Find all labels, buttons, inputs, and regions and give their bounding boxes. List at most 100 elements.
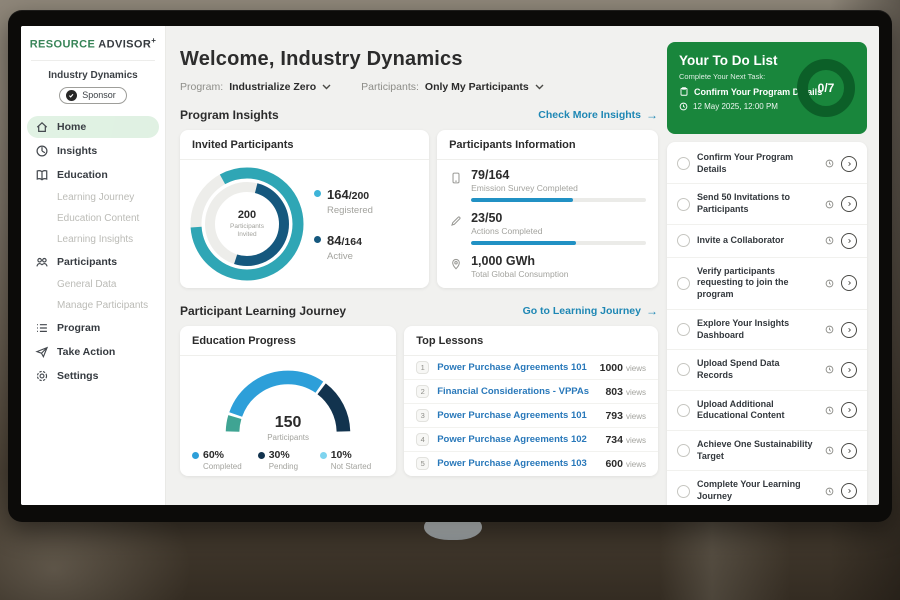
lesson-row[interactable]: 4 Power Purchase Agreements 102 734views (404, 428, 658, 452)
sidebar-item-learning-journey[interactable]: Learning Journey (27, 188, 159, 207)
program-filter[interactable]: Program: Industrialize Zero (180, 81, 331, 93)
task-go-button[interactable] (841, 402, 857, 418)
top-lessons-card: Top Lessons 1 Power Purchase Agreements … (404, 326, 658, 476)
sidebar-item-insights[interactable]: Insights (27, 140, 159, 162)
lesson-title-link[interactable]: Power Purchase Agreements 102 (437, 434, 597, 445)
lesson-row[interactable]: 5 Power Purchase Agreements 103 600views (404, 452, 658, 475)
education-progress-card: Education Progress 150 Parti (180, 326, 396, 476)
task-checkbox[interactable] (677, 444, 690, 457)
sidebar-item-program[interactable]: Program (27, 317, 159, 339)
lesson-rank: 4 (416, 433, 429, 446)
screen: RESOURCE ADVISOR+ Industry Dynamics Spon… (21, 26, 879, 505)
task-row[interactable]: Invite a Collaborator (667, 225, 867, 258)
legend-dot (192, 452, 199, 459)
go-to-learning-journey-link[interactable]: Go to Learning Journey → (523, 304, 658, 318)
sidebar-item-label: Manage Participants (57, 300, 148, 311)
legend-value: 84 (327, 233, 341, 248)
task-checkbox[interactable] (677, 404, 690, 417)
sidebar-item-take-action[interactable]: Take Action (27, 341, 159, 363)
settings-icon (35, 369, 49, 383)
task-checkbox[interactable] (677, 234, 690, 247)
divider (31, 60, 155, 61)
survey-icon (449, 171, 463, 185)
lesson-title-link[interactable]: Power Purchase Agreements 103 (437, 458, 597, 469)
task-row[interactable]: Achieve One Sustainability Target (667, 431, 867, 471)
lesson-views: 1000 (600, 362, 623, 374)
check-more-insights-link[interactable]: Check More Insights → (538, 108, 658, 122)
lesson-title-link[interactable]: Power Purchase Agreements 101 (437, 410, 597, 421)
lesson-row[interactable]: 2 Financial Considerations - VPPAs 803vi… (404, 380, 658, 404)
insights-icon (35, 144, 49, 158)
task-row[interactable]: Upload Additional Educational Content (667, 391, 867, 431)
chevron-right-icon (846, 279, 853, 287)
legend-value: 164 (327, 187, 349, 202)
sidebar-item-label: Education (57, 169, 108, 181)
clock-icon (825, 365, 834, 374)
sidebar-item-home[interactable]: Home (27, 116, 159, 138)
legend-pct: 10% (331, 449, 352, 461)
task-label: Invite a Collaborator (697, 235, 818, 247)
sidebar-item-label: Participants (57, 256, 117, 268)
sidebar-item-learning-insights[interactable]: Learning Insights (27, 230, 159, 249)
task-go-button[interactable] (841, 483, 857, 499)
chevron-right-icon (846, 326, 853, 334)
participants-information-card: Participants Information 79/164 Emission… (437, 130, 658, 288)
task-go-button[interactable] (841, 156, 857, 172)
lesson-row[interactable]: 1 Power Purchase Agreements 101 1000view… (404, 356, 658, 380)
lesson-title-link[interactable]: Financial Considerations - VPPAs (437, 386, 597, 397)
task-row[interactable]: Upload Spend Data Records (667, 350, 867, 390)
task-checkbox[interactable] (677, 157, 690, 170)
lesson-views-suffix: views (626, 388, 646, 397)
task-checkbox[interactable] (677, 485, 690, 498)
sidebar-item-education-content[interactable]: Education Content (27, 209, 159, 228)
chevron-right-icon (846, 200, 853, 208)
task-go-button[interactable] (841, 196, 857, 212)
filters-row: Program: Industrialize Zero Participants… (180, 81, 658, 93)
task-row[interactable]: Explore Your Insights Dashboard (667, 310, 867, 350)
card-title: Education Progress (180, 326, 396, 356)
task-go-button[interactable] (841, 233, 857, 249)
donut-center-label: Participants Invited (221, 223, 273, 240)
task-row[interactable]: Verify participants requesting to join t… (667, 258, 867, 310)
task-row[interactable]: Send 50 Invitations to Participants (667, 184, 867, 224)
lesson-views-suffix: views (626, 436, 646, 445)
program-filter-value: Industrialize Zero (229, 81, 316, 93)
task-checkbox[interactable] (677, 363, 690, 376)
home-icon (35, 120, 49, 134)
task-row[interactable]: Complete Your Learning Journey (667, 471, 867, 505)
lesson-title-link[interactable]: Power Purchase Agreements 101 (437, 362, 591, 373)
sidebar-item-settings[interactable]: Settings (27, 365, 159, 387)
task-label: Explore Your Insights Dashboard (697, 318, 818, 341)
stat-label: Total Global Consumption (471, 269, 646, 279)
program-icon (35, 321, 49, 335)
legend-item-not-started: 10% Not Started (320, 449, 371, 471)
lesson-row[interactable]: 3 Power Purchase Agreements 101 793views (404, 404, 658, 428)
monitor-bezel: RESOURCE ADVISOR+ Industry Dynamics Spon… (8, 10, 892, 522)
task-label: Complete Your Learning Journey (697, 479, 818, 502)
task-label: Confirm Your Program Details (697, 152, 818, 175)
task-checkbox[interactable] (677, 323, 690, 336)
task-row[interactable]: Confirm Your Program Details (667, 144, 867, 184)
task-label: Upload Spend Data Records (697, 358, 818, 381)
legend-dot (314, 236, 321, 243)
stat-value: 79/164 (471, 168, 646, 182)
sidebar-item-participants[interactable]: Participants (27, 251, 159, 273)
donut-center-value: 200 (238, 209, 256, 221)
lesson-rank: 3 (416, 409, 429, 422)
task-go-button[interactable] (841, 322, 857, 338)
legend-label: Registered (327, 205, 373, 216)
task-go-button[interactable] (841, 275, 857, 291)
chevron-down-icon (535, 84, 544, 90)
stat-value: 23/50 (471, 211, 646, 225)
lessons-list: 1 Power Purchase Agreements 101 1000view… (404, 356, 658, 475)
chevron-right-icon (846, 406, 853, 414)
sidebar-item-general-data[interactable]: General Data (27, 275, 159, 294)
sidebar-item-manage-participants[interactable]: Manage Participants (27, 296, 159, 315)
task-go-button[interactable] (841, 443, 857, 459)
participants-icon (35, 255, 49, 269)
task-go-button[interactable] (841, 362, 857, 378)
task-checkbox[interactable] (677, 277, 690, 290)
participants-filter[interactable]: Participants: Only My Participants (361, 81, 544, 93)
sidebar-item-education[interactable]: Education (27, 164, 159, 186)
task-checkbox[interactable] (677, 198, 690, 211)
